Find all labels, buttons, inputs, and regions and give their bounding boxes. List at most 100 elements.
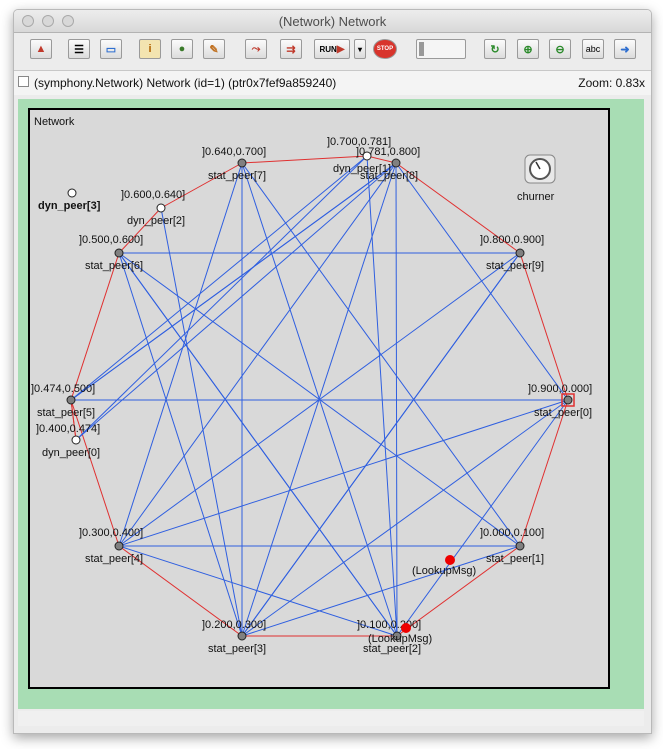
screen-icon: ▭ [105, 43, 117, 56]
horizontal-scrollbar[interactable] [18, 711, 644, 726]
node-range-label: ]0.700,0.781] [327, 136, 391, 148]
churner-label: churner [517, 191, 555, 203]
peer-node[interactable]: ]0.400,0.474] dyn_peer[0] [36, 423, 100, 459]
finger-link [241, 162, 521, 547]
info-bar: (symphony.Network) Network (id=1) (ptr0x… [14, 70, 651, 95]
abc-icon: abc [585, 44, 601, 54]
node-range-label: ]0.100,0.200] [357, 619, 421, 631]
run-button[interactable]: RUN ▶ [314, 39, 350, 59]
speed-slider[interactable] [416, 39, 466, 59]
node-range-label: ]0.474,0.500] [31, 383, 95, 395]
network-canvas[interactable]: Network ]0.900,0.000] stat_peer[0] ]0.000,… [18, 99, 644, 709]
peer-node[interactable]: ]0.600,0.640] dyn_peer[2] [121, 189, 185, 227]
node-name-label: stat_peer[7] [208, 170, 266, 182]
list-icon: ☰ [74, 43, 84, 56]
toolbar: ▲ ☰ ▭ i ● ✎ ⤳ ⇉ RUN ▶ ▾ STOP ↻ ⊕ ⊖ abc ➜ [14, 33, 651, 69]
list-button[interactable]: ☰ [68, 39, 90, 59]
node-dot[interactable] [515, 248, 525, 258]
node-name-label: stat_peer[6] [85, 260, 143, 272]
finger-link [395, 162, 398, 637]
peer-node[interactable]: ]0.640,0.700] stat_peer[7] [202, 146, 266, 182]
object-button[interactable]: ● [171, 39, 193, 59]
node-dot[interactable] [114, 541, 124, 551]
slider-thumb[interactable] [419, 42, 424, 56]
ring-link [519, 399, 569, 547]
stop-icon: STOP [376, 46, 394, 52]
window-title: (Network) Network [278, 14, 387, 29]
step-button[interactable]: ⤳ [245, 39, 267, 59]
node-range-label: ]0.300,0.400] [79, 527, 143, 539]
refresh-button[interactable]: ↻ [484, 39, 506, 59]
finger-link [241, 399, 569, 637]
network-label: Network [34, 116, 75, 128]
up-button[interactable]: ▲ [30, 39, 52, 59]
step-icon: ⤳ [251, 42, 261, 55]
fast-run-icon: ⇉ [286, 43, 296, 56]
node-name-label: stat_peer[5] [37, 407, 95, 419]
node-dot[interactable] [237, 631, 247, 641]
node-dot[interactable] [563, 395, 573, 405]
peer-node[interactable]: ]0.200,0.300] stat_peer[3] [202, 619, 266, 655]
node-range-label: ]0.900,0.000] [528, 383, 592, 395]
node-name-label: dyn_peer[3] [38, 200, 101, 212]
node-dot[interactable] [66, 395, 76, 405]
peer-node[interactable]: ]0.474,0.500] stat_peer[5] [31, 383, 95, 419]
app-window: (Network) Network ▲ ☰ ▭ i ● ✎ ⤳ ⇉ RUN ▶ ▾… [13, 9, 652, 734]
node-dot[interactable] [237, 158, 247, 168]
finger-link [70, 155, 368, 401]
info-button[interactable]: i [139, 39, 161, 59]
module-checkbox[interactable] [18, 76, 29, 87]
arrow-right-icon: ➜ [620, 43, 630, 56]
node-range-label: ]0.200,0.300] [202, 619, 266, 631]
zoom-in-button[interactable]: ⊕ [517, 39, 539, 59]
node-name-label: stat_peer[4] [85, 553, 143, 565]
finger-link [75, 155, 368, 441]
wand-icon: ✎ [209, 43, 219, 56]
up-icon: ▲ [35, 43, 47, 55]
finger-link [241, 252, 521, 637]
churner[interactable]: churner [517, 154, 556, 203]
screen-button[interactable]: ▭ [100, 39, 122, 59]
node-dot[interactable] [391, 158, 401, 168]
title-bar: (Network) Network [14, 10, 651, 33]
run-mode-dropdown[interactable]: ▾ [354, 39, 366, 59]
peer-node[interactable]: dyn_peer[3] [38, 188, 101, 212]
zoom-out-button[interactable]: ⊖ [549, 39, 571, 59]
ring-link [70, 252, 120, 401]
zoom-out-icon: ⊖ [555, 43, 565, 56]
stop-button[interactable]: STOP [373, 39, 397, 59]
node-dot[interactable] [156, 203, 166, 213]
forward-button[interactable]: ➜ [614, 39, 636, 59]
node-range-label: ]0.640,0.700] [202, 146, 266, 158]
message-label: (LookupMsg) [412, 565, 476, 577]
zoom-level: Zoom: 0.83x [578, 76, 645, 90]
node-range-label: ]0.000,0.100] [480, 527, 544, 539]
node-dot[interactable] [71, 435, 81, 445]
message-dot[interactable] [401, 623, 411, 633]
peer-node[interactable]: ]0.900,0.000] stat_peer[0] [528, 383, 592, 419]
ring-link [519, 252, 569, 401]
peer-nodes: ]0.900,0.000] stat_peer[0] ]0.000,0.100] st… [31, 136, 592, 655]
message-dot[interactable] [445, 555, 455, 565]
node-range-label: ]0.600,0.640] [121, 189, 185, 201]
node-name-label: stat_peer[0] [534, 407, 592, 419]
info-icon: i [148, 43, 152, 55]
object-icon: ● [178, 43, 186, 55]
wand-button[interactable]: ✎ [203, 39, 225, 59]
run-icon: RUN [319, 44, 337, 54]
node-range-label: ]0.500,0.600] [79, 234, 143, 246]
network-module: Network ]0.900,0.000] stat_peer[0] ]0.000,… [28, 108, 610, 689]
node-dot[interactable] [515, 541, 525, 551]
node-dot[interactable] [67, 188, 77, 198]
node-name-label: stat_peer[1] [486, 553, 544, 565]
labels-button[interactable]: abc [582, 39, 604, 59]
finger-link [366, 155, 398, 637]
node-dot[interactable] [362, 151, 372, 161]
fast-run-button[interactable]: ⇉ [280, 39, 302, 59]
refresh-icon: ↻ [490, 43, 500, 56]
node-name-label: stat_peer[3] [208, 643, 266, 655]
message-label: (LookupMsg) [368, 633, 432, 645]
node-dot[interactable] [114, 248, 124, 258]
node-name-label: dyn_peer[2] [127, 215, 185, 227]
node-name-label: stat_peer[9] [486, 260, 544, 272]
